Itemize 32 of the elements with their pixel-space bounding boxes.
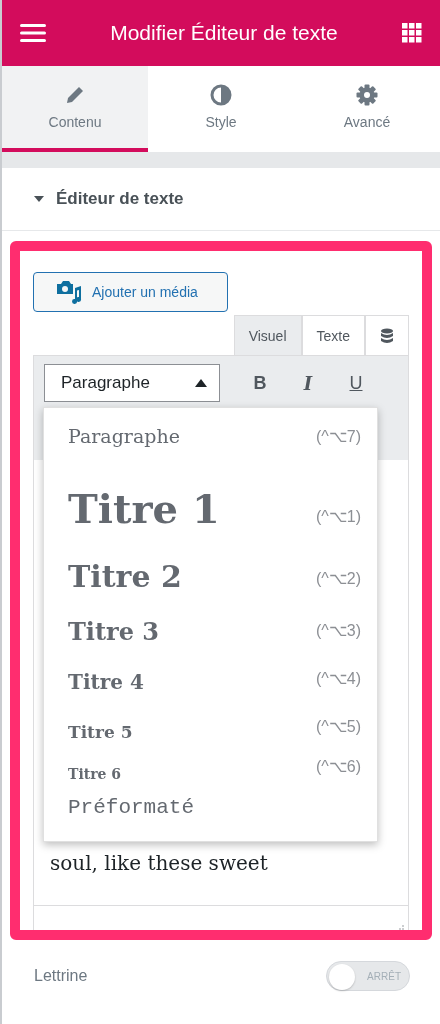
pencil-icon [64,84,86,106]
editor-text: soul, like these sweet [50,851,269,875]
format-option[interactable]: Titre 6 (^⌥6) [68,742,361,782]
format-button[interactable]: I [288,364,328,402]
format-option[interactable]: Titre 2 (^⌥2) [68,532,361,594]
panel-tab[interactable]: Avancé [294,66,440,152]
settings-icon [356,84,378,106]
format-option[interactable]: Titre 4 (^⌥4) [68,646,361,694]
format-option[interactable]: Préformaté [68,782,361,832]
format-button[interactable]: U [336,364,376,402]
section-header[interactable]: Éditeur de texte [2,168,440,231]
add-media-button[interactable]: Ajouter un média [33,272,228,312]
panel-tab[interactable]: Style [148,66,294,152]
format-option[interactable]: Paragraphe (^⌥7) [68,412,361,460]
menu-icon[interactable] [20,23,46,43]
format-option[interactable]: Titre 5 (^⌥5) [68,694,361,742]
panel-title: Modifier Éditeur de texte [109,21,339,45]
database-icon [380,327,394,344]
editor-mode-tab[interactable]: Visuel [233,315,302,355]
format-button[interactable]: B [240,364,280,402]
format-select[interactable]: Paragraphe [44,364,220,402]
format-option[interactable]: Titre 3 (^⌥3) [68,594,361,646]
database-button[interactable] [365,315,409,355]
editor-mode-tab[interactable]: Texte [301,315,365,355]
drop-cap-label: Lettrine [34,967,88,985]
contrast-icon [210,84,232,106]
caret-icon [34,196,44,202]
format-option[interactable]: Titre 1 (^⌥1) [68,460,361,532]
grid-icon[interactable] [402,23,422,43]
panel-tab[interactable]: Contenu [2,66,148,152]
camera-music-icon [56,280,82,304]
caret-icon [195,379,207,387]
